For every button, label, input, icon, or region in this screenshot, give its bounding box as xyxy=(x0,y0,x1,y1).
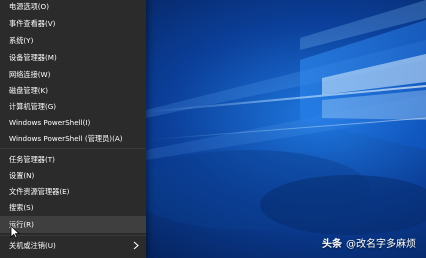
menu-item-label: 电源选项(O) xyxy=(9,2,50,11)
menu-item-shutdown-signout[interactable]: 关机或注销(U) xyxy=(0,237,146,254)
menu-item-powershell-admin[interactable]: Windows PowerShell (管理员)(A) xyxy=(0,130,146,147)
menu-item-label: 事件查看器(V) xyxy=(9,19,56,28)
menu-item-power-options[interactable]: 电源选项(O) xyxy=(0,0,146,15)
chevron-right-icon xyxy=(133,237,141,254)
menu-item-label: 设备管理器(M) xyxy=(9,53,57,62)
menu-item-label: Windows PowerShell (管理员)(A) xyxy=(9,134,123,143)
mouse-pointer-icon xyxy=(10,224,21,239)
menu-item-label: 关机或注销(U) xyxy=(9,241,56,250)
menu-item-label: 搜索(S) xyxy=(9,203,34,212)
winx-context-menu: 电源选项(O) 事件查看器(V) 系统(Y) 设备管理器(M) 网络连接(W) … xyxy=(0,0,146,258)
menu-item-system[interactable]: 系统(Y) xyxy=(0,32,146,49)
menu-item-search[interactable]: 搜索(S) xyxy=(0,199,146,216)
menu-item-task-manager[interactable]: 任务管理器(T) xyxy=(0,151,146,168)
menu-item-disk-management[interactable]: 磁盘管理(K) xyxy=(0,82,146,99)
menu-item-computer-management[interactable]: 计算机管理(G) xyxy=(0,98,146,115)
menu-item-label: 系统(Y) xyxy=(9,36,34,45)
menu-item-settings[interactable]: 设置(N) xyxy=(0,167,146,184)
menu-item-device-manager[interactable]: 设备管理器(M) xyxy=(0,49,146,66)
menu-item-label: 任务管理器(T) xyxy=(9,155,55,164)
menu-item-label: 磁盘管理(K) xyxy=(9,86,49,95)
menu-item-label: 网络连接(W) xyxy=(9,70,51,79)
menu-separator xyxy=(0,148,146,149)
watermark-brand: 头条 xyxy=(322,239,342,250)
screen: 电源选项(O) 事件查看器(V) 系统(Y) 设备管理器(M) 网络连接(W) … xyxy=(0,0,426,258)
menu-item-network-connections[interactable]: 网络连接(W) xyxy=(0,66,146,83)
menu-item-label: Windows PowerShell(I) xyxy=(9,118,91,127)
menu-item-file-explorer[interactable]: 文件资源管理器(E) xyxy=(0,183,146,200)
menu-item-powershell[interactable]: Windows PowerShell(I) xyxy=(0,114,146,131)
watermark-handle: @改名字多麻烦 xyxy=(346,239,416,250)
watermark: 头条 @改名字多麻烦 xyxy=(322,235,416,250)
menu-item-label: 文件资源管理器(E) xyxy=(9,187,70,196)
menu-item-label: 设置(N) xyxy=(9,171,35,180)
menu-item-run[interactable]: 运行(R) xyxy=(0,216,146,233)
menu-separator xyxy=(0,235,146,236)
menu-item-event-viewer[interactable]: 事件查看器(V) xyxy=(0,15,146,32)
menu-item-label: 计算机管理(G) xyxy=(9,102,57,111)
